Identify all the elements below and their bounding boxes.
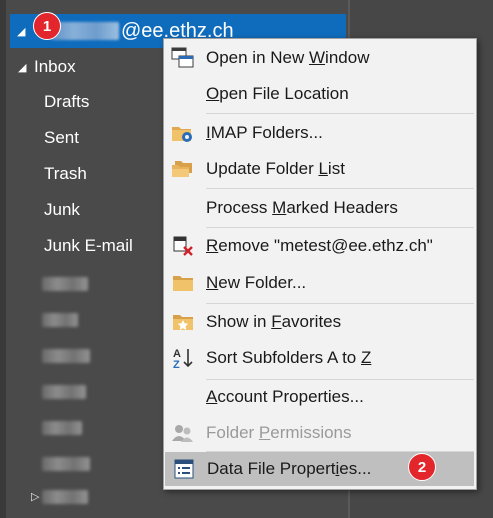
expand-triangle-icon[interactable]: ▷ <box>31 490 39 503</box>
menu-item-label: Open in New Window <box>206 48 370 67</box>
menu-item-label: Open File Location <box>206 84 349 103</box>
remove-account-icon <box>170 233 196 259</box>
menu-item-folder-permissions[interactable]: Folder Permissions <box>164 416 476 450</box>
folder-redacted[interactable] <box>42 490 88 504</box>
folder-junk-email[interactable]: Junk E-mail <box>44 236 133 256</box>
folder-sent[interactable]: Sent <box>44 128 79 148</box>
menu-separator <box>206 303 474 304</box>
menu-item-label: Data File Properties... <box>207 459 372 478</box>
menu-item-open-file-location[interactable]: Open File Location <box>164 77 476 111</box>
new-folder-icon <box>170 270 196 296</box>
menu-item-open-new-window[interactable]: Open in New Window <box>164 41 476 75</box>
menu-item-label: Sort Subfolders A to Z <box>206 348 372 367</box>
update-folder-list-icon <box>170 156 196 182</box>
account-name-redacted <box>51 22 119 40</box>
imap-folders-icon <box>170 120 196 146</box>
menu-separator <box>206 227 474 228</box>
folder-redacted[interactable] <box>42 277 88 291</box>
svg-text:Z: Z <box>173 359 180 370</box>
menu-item-show-in-favorites[interactable]: Show in Favorites <box>164 305 476 339</box>
context-menu: Open in New Window Open File Location IM… <box>163 38 477 490</box>
collapse-triangle-icon[interactable]: ◢ <box>18 61 34 74</box>
folder-redacted[interactable] <box>42 421 82 435</box>
menu-item-label: New Folder... <box>206 273 307 292</box>
menu-item-update-folder-list[interactable]: Update Folder List <box>164 152 476 186</box>
folder-inbox[interactable]: ◢ Inbox <box>18 54 76 80</box>
menu-item-label: Account Properties... <box>206 387 364 406</box>
new-window-icon <box>170 45 196 71</box>
folder-redacted[interactable] <box>42 349 90 363</box>
folder-trash[interactable]: Trash <box>44 164 87 184</box>
favorites-icon <box>170 309 196 335</box>
pane-edge <box>0 0 6 518</box>
step-badge-1: 1 <box>33 12 61 40</box>
data-file-properties-icon <box>171 456 197 482</box>
menu-item-label: Update Folder List <box>206 159 345 178</box>
step-badge-2: 2 <box>408 453 436 481</box>
menu-item-sort-subfolders[interactable]: AZ Sort Subfolders A to Z <box>164 341 476 375</box>
folder-inbox-label: Inbox <box>34 57 76 76</box>
folder-junk[interactable]: Junk <box>44 200 80 220</box>
menu-item-process-marked-headers[interactable]: Process Marked Headers <box>164 191 476 225</box>
menu-item-remove-account[interactable]: Remove "metest@ee.ethz.ch" <box>164 229 476 263</box>
folder-redacted[interactable] <box>42 313 78 327</box>
menu-item-label: Folder Permissions <box>206 423 352 442</box>
folder-redacted[interactable] <box>42 385 86 399</box>
menu-separator <box>206 188 474 189</box>
folder-drafts[interactable]: Drafts <box>44 92 89 112</box>
sort-a-z-icon: AZ <box>170 345 196 371</box>
menu-item-label: Show in Favorites <box>206 312 342 331</box>
menu-item-new-folder[interactable]: New Folder... <box>164 266 476 300</box>
menu-item-label: IMAP Folders... <box>206 123 323 142</box>
menu-item-imap-folders[interactable]: IMAP Folders... <box>164 116 476 150</box>
collapse-triangle-icon[interactable]: ◢ <box>17 25 31 38</box>
folder-permissions-icon <box>170 420 196 446</box>
menu-item-account-properties[interactable]: Account Properties... <box>164 380 476 414</box>
menu-item-label: Remove "metest@ee.ethz.ch" <box>206 236 433 255</box>
menu-item-label: Process Marked Headers <box>206 198 398 217</box>
folder-redacted[interactable] <box>42 457 90 471</box>
menu-separator <box>206 113 474 114</box>
